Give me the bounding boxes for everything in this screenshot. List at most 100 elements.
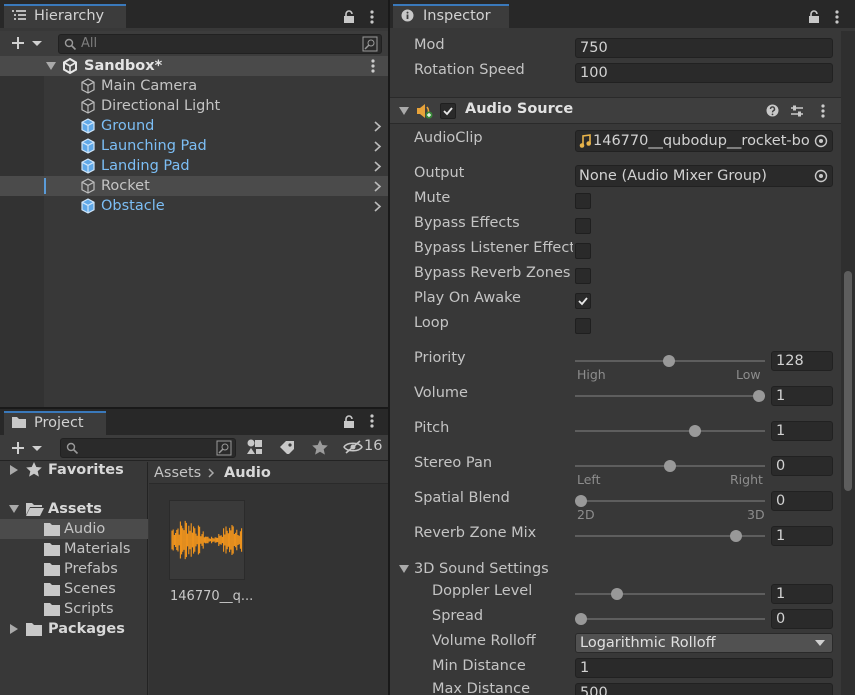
breadcrumb-current[interactable]: Audio bbox=[224, 462, 271, 484]
volume-slider-track[interactable] bbox=[575, 395, 765, 397]
priority-field[interactable]: 128 bbox=[771, 351, 833, 371]
volume-field[interactable]: 1 bbox=[771, 386, 833, 406]
chevron-right-icon[interactable] bbox=[374, 181, 382, 192]
audio-clip-asset[interactable] bbox=[169, 500, 245, 580]
audioclip-label: AudioClip bbox=[414, 130, 483, 146]
pitch-field[interactable]: 1 bbox=[771, 421, 833, 441]
volume-slider-thumb[interactable] bbox=[753, 390, 765, 402]
scrollbar-thumb[interactable] bbox=[844, 271, 852, 491]
hierarchy-item[interactable]: Launching Pad bbox=[0, 136, 388, 156]
stereo-pan-slider-thumb[interactable] bbox=[664, 460, 676, 472]
lock-icon[interactable] bbox=[343, 415, 355, 428]
object-picker-icon[interactable] bbox=[814, 134, 828, 148]
rotation-speed-field[interactable]: 100 bbox=[575, 63, 833, 83]
search-icon bbox=[66, 442, 79, 454]
spatial-blend-field[interactable]: 0 bbox=[771, 491, 833, 511]
volume-rolloff-dropdown[interactable]: Logarithmic Rolloff bbox=[575, 633, 833, 653]
reverb-zone-mix-field[interactable]: 1 bbox=[771, 526, 833, 546]
preset-icon[interactable] bbox=[790, 104, 804, 118]
expand-arrow-icon[interactable] bbox=[10, 465, 18, 475]
bypass-listener-effects-checkbox[interactable] bbox=[575, 243, 591, 259]
chevron-right-icon[interactable] bbox=[374, 201, 382, 212]
spatial-min-label: 2D bbox=[577, 507, 595, 522]
lock-icon[interactable] bbox=[808, 10, 820, 23]
spread-field[interactable]: 0 bbox=[771, 609, 833, 629]
filter-by-label-icon[interactable] bbox=[279, 440, 295, 454]
more-options-icon[interactable] bbox=[367, 414, 377, 430]
chevron-right-icon[interactable] bbox=[374, 161, 382, 172]
spread-slider-thumb[interactable] bbox=[575, 613, 587, 625]
priority-slider-thumb[interactable] bbox=[663, 355, 676, 367]
spatial-blend-slider-track[interactable] bbox=[575, 500, 765, 502]
create-asset-button[interactable] bbox=[10, 440, 44, 456]
breadcrumb-root[interactable]: Assets bbox=[154, 462, 201, 484]
mute-checkbox[interactable] bbox=[575, 193, 591, 209]
asset-folder-item[interactable]: Materials bbox=[0, 539, 148, 559]
lock-icon[interactable] bbox=[343, 10, 355, 23]
inspector-scrollbar[interactable] bbox=[841, 31, 855, 695]
spread-slider-track[interactable] bbox=[575, 618, 765, 620]
doppler-level-slider-track[interactable] bbox=[575, 593, 765, 595]
filter-by-type-icon[interactable] bbox=[246, 439, 264, 455]
chevron-right-icon[interactable] bbox=[374, 141, 382, 152]
audio-source-header[interactable]: Audio Source bbox=[390, 97, 841, 124]
hierarchy-item[interactable]: Ground bbox=[0, 116, 388, 136]
collapse-arrow-icon[interactable] bbox=[399, 107, 409, 115]
inspector-tab[interactable]: Inspector bbox=[393, 4, 509, 28]
scene-menu-icon[interactable] bbox=[368, 58, 378, 74]
hierarchy-item[interactable]: Landing Pad bbox=[0, 156, 388, 176]
search-by-type-icon[interactable] bbox=[362, 36, 378, 52]
pitch-slider-track[interactable] bbox=[575, 430, 765, 432]
project-search-input[interactable] bbox=[60, 438, 236, 458]
object-picker-icon[interactable] bbox=[814, 169, 828, 183]
expand-arrow-icon[interactable] bbox=[10, 624, 18, 634]
rotation-speed-label: Rotation Speed bbox=[414, 62, 525, 78]
bypass-effects-checkbox[interactable] bbox=[575, 218, 591, 234]
collapse-arrow-icon[interactable] bbox=[46, 62, 56, 70]
asset-folder-item[interactable]: Scripts bbox=[0, 599, 148, 619]
hierarchy-search-input[interactable]: All bbox=[58, 34, 382, 54]
hierarchy-item[interactable]: Main Camera bbox=[0, 76, 388, 96]
asset-folder-item[interactable]: Scenes bbox=[0, 579, 148, 599]
more-options-icon[interactable] bbox=[367, 10, 377, 26]
collapse-arrow-icon[interactable] bbox=[399, 565, 409, 573]
reverb-zone-mix-slider-thumb[interactable] bbox=[729, 530, 742, 542]
doppler-level-slider-thumb[interactable] bbox=[610, 588, 623, 600]
hierarchy-item[interactable]: Rocket bbox=[0, 176, 388, 196]
project-tab[interactable]: Project bbox=[4, 411, 106, 435]
min-distance-label: Min Distance bbox=[432, 658, 526, 674]
search-by-type-icon[interactable] bbox=[216, 440, 232, 456]
help-icon[interactable] bbox=[766, 104, 779, 117]
collapse-arrow-icon[interactable] bbox=[9, 505, 19, 513]
hierarchy-item[interactable]: Obstacle bbox=[0, 196, 388, 216]
component-enabled-checkbox[interactable] bbox=[440, 103, 456, 119]
open-folder-icon bbox=[26, 502, 44, 516]
pitch-slider-thumb[interactable] bbox=[688, 425, 701, 437]
asset-folder-item[interactable]: Audio bbox=[0, 519, 148, 539]
hierarchy-tab[interactable]: Hierarchy bbox=[4, 4, 126, 28]
hidden-packages-icon[interactable] bbox=[343, 440, 363, 454]
output-field[interactable]: None (Audio Mixer Group) bbox=[575, 165, 833, 187]
component-menu-icon[interactable] bbox=[818, 103, 828, 119]
stereo-pan-field[interactable]: 0 bbox=[771, 456, 833, 476]
asset-folder-item[interactable]: Prefabs bbox=[0, 559, 148, 579]
max-distance-field[interactable]: 500 bbox=[575, 683, 833, 695]
play-on-awake-checkbox[interactable] bbox=[575, 293, 591, 309]
bypass-reverb-zones-checkbox[interactable] bbox=[575, 268, 591, 284]
favorites-star-icon[interactable] bbox=[312, 440, 328, 455]
loop-checkbox[interactable] bbox=[575, 318, 591, 334]
add-object-button[interactable] bbox=[10, 35, 44, 51]
scene-row[interactable]: Sandbox* bbox=[0, 56, 388, 76]
assets-row[interactable]: Assets bbox=[0, 499, 148, 519]
audioclip-field[interactable]: 146770__qubodup__rocket-boo bbox=[575, 130, 833, 152]
favorites-row[interactable]: Favorites bbox=[0, 460, 148, 480]
mod-field[interactable]: 750 bbox=[575, 38, 833, 58]
3d-sound-settings-foldout[interactable]: 3D Sound Settings bbox=[414, 558, 549, 580]
hierarchy-item[interactable]: Directional Light bbox=[0, 96, 388, 116]
doppler-level-field[interactable]: 1 bbox=[771, 584, 833, 604]
more-options-icon[interactable] bbox=[832, 10, 842, 26]
min-distance-field[interactable]: 1 bbox=[575, 658, 833, 678]
packages-row[interactable]: Packages bbox=[0, 619, 148, 639]
chevron-right-icon[interactable] bbox=[374, 121, 382, 132]
spatial-blend-slider-thumb[interactable] bbox=[575, 495, 587, 507]
